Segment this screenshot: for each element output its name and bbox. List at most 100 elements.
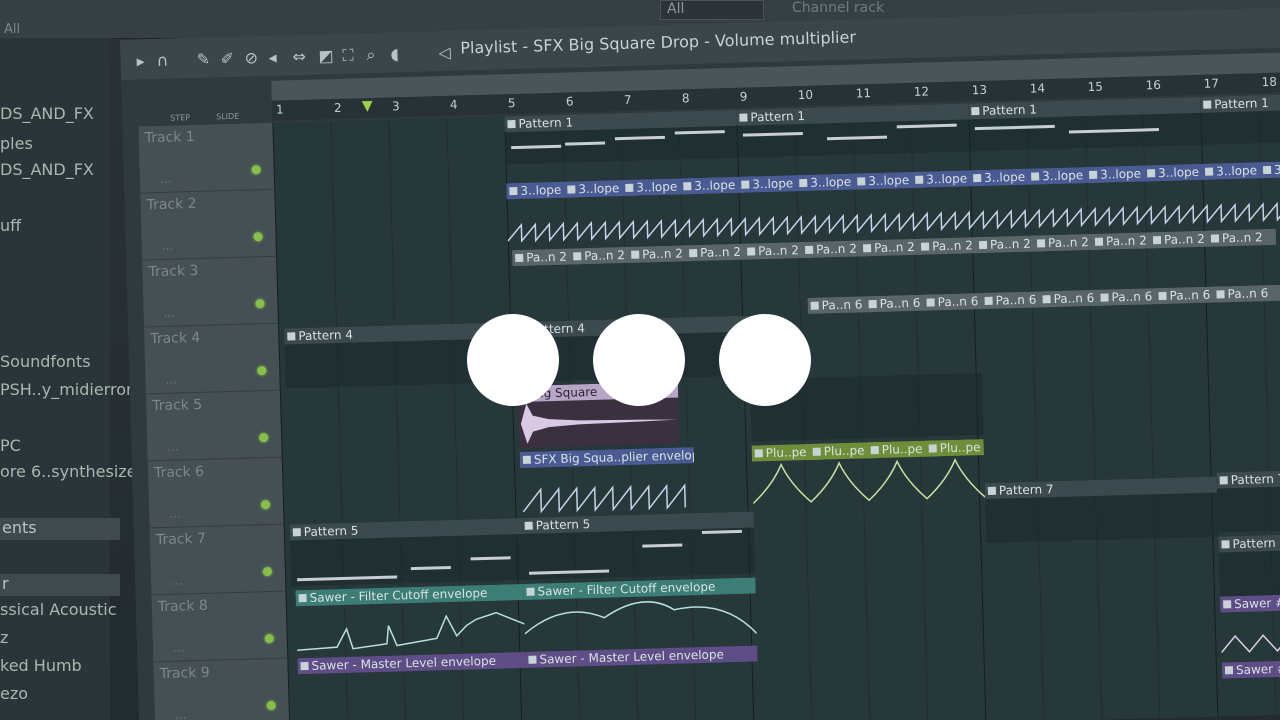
automation-clip[interactable]: Sawer - Master Level envelope <box>297 651 527 718</box>
track-headers: Track 1... Track 2... Track 3... Track 4… <box>138 122 290 720</box>
sawtooth-wave-graph <box>522 483 687 514</box>
automation-clip[interactable]: Sawer - Filter Cutoff envelope <box>523 577 758 647</box>
select-icon[interactable]: ⛶ <box>342 45 354 65</box>
browser-filter-label[interactable]: All <box>4 22 20 37</box>
browser-item[interactable]: PSH..y_midierror <box>0 380 133 399</box>
track-led-icon[interactable] <box>259 433 269 443</box>
ruler-bar: 10 <box>797 87 814 103</box>
sawtooth-wave-graph <box>1220 633 1280 653</box>
track-led-icon[interactable] <box>253 232 263 242</box>
pattern-clip[interactable]: Pattern 1 <box>504 109 738 165</box>
browser-item[interactable]: ked Humb <box>0 656 82 675</box>
slip-icon[interactable]: ⇔ <box>292 47 306 66</box>
ruler-bar: 12 <box>913 84 930 99</box>
pattern-clip[interactable]: Pattern 5 <box>289 517 524 587</box>
pattern-clip[interactable]: Pattern 1 <box>736 103 970 158</box>
browser-item[interactable]: Soundfonts <box>0 352 91 371</box>
automation-clip[interactable]: Plu..pe Plu..pe Plu..pe Plu..pe <box>751 439 986 507</box>
filter-cutoff-graph <box>524 601 758 635</box>
delete-icon[interactable]: ⊘ <box>244 48 258 67</box>
loading-dot <box>719 314 811 406</box>
step-label: STEP <box>170 113 191 123</box>
pattern-clip[interactable]: Pattern 9 <box>1218 534 1280 597</box>
playlist-title: Playlist - SFX Big Square Drop - Volume … <box>460 27 857 58</box>
track-led-icon[interactable] <box>266 700 276 711</box>
ruler-bar: 18 <box>1261 74 1278 90</box>
ruler-bar: 11 <box>855 86 872 101</box>
ruler-bar: 13 <box>971 82 988 98</box>
pattern-clip[interactable]: Pattern 5 <box>521 511 756 580</box>
pencil-icon[interactable]: ✎ <box>196 49 210 68</box>
ruler-bar: 8 <box>681 91 690 106</box>
track-header[interactable]: Track 7... <box>149 524 286 596</box>
automation-clip[interactable]: Sawer #2 <box>1219 594 1280 656</box>
track-led-icon[interactable] <box>251 165 261 175</box>
ruler-bar: 1 <box>275 102 284 117</box>
speaker-icon: ◁ <box>438 42 452 63</box>
browser-item[interactable]: ssical Acoustic <box>0 600 117 619</box>
ruler-bar: 15 <box>1087 79 1104 94</box>
pan-clip-row[interactable]: Pa..n 6 Pa..n 6 Pa..n 6 Pa..n 6 Pa..n 6 … <box>807 284 1280 316</box>
browser-item[interactable]: DS_AND_FX <box>0 160 94 179</box>
loading-dot <box>593 314 685 406</box>
filter-cutoff-graph <box>297 611 525 652</box>
slice-icon[interactable]: ◩ <box>318 46 334 65</box>
slide-label: SLIDE <box>216 111 240 122</box>
ruler-bar: 4 <box>449 97 458 112</box>
playback-icon[interactable]: ◖ <box>390 44 399 63</box>
magnet-icon[interactable]: ∩ <box>156 51 168 70</box>
pluck-envelope-graph <box>752 458 986 505</box>
track-header[interactable]: Track 8... <box>151 591 288 663</box>
browser-item[interactable]: ples <box>0 134 33 153</box>
browser-item[interactable]: ore 6..synthesizer <box>0 462 143 481</box>
pattern-clip[interactable]: Pattern 7 <box>1216 470 1280 533</box>
automation-clip[interactable]: Sawer - Filter Cutoff envelope <box>295 583 526 654</box>
browser-item[interactable]: uff <box>0 216 21 235</box>
ruler-bar: 9 <box>739 89 748 104</box>
track-header[interactable]: Track 1... <box>138 122 275 194</box>
track-led-icon[interactable] <box>255 299 265 309</box>
track-header[interactable]: Track 3... <box>142 256 278 328</box>
play-arrow-icon[interactable]: ▸ <box>136 51 145 70</box>
ruler-bar: 14 <box>1029 81 1046 96</box>
automation-clip[interactable]: Sawer - Master Level envelope <box>525 645 759 711</box>
ruler-bar: 6 <box>565 94 574 109</box>
daw-screen: All All Channel rack DS_AND_FX ples DS_A… <box>0 0 1280 720</box>
track-header[interactable]: Track 4... <box>144 323 280 395</box>
track-led-icon[interactable] <box>257 366 267 376</box>
browser-item[interactable]: PC <box>0 436 21 455</box>
ruler-bar: 5 <box>507 95 516 111</box>
pattern-clip[interactable]: Pattern 1 <box>1200 94 1280 145</box>
browser-item[interactable]: DS_AND_FX <box>0 104 94 123</box>
browser-item[interactable]: z <box>0 628 8 647</box>
ruler-bar: 3 <box>391 99 400 114</box>
track-header[interactable]: Track 5... <box>145 390 282 462</box>
loading-dot <box>467 314 559 406</box>
ruler-bar: 17 <box>1203 76 1220 91</box>
track-header[interactable]: Track 6... <box>147 457 284 529</box>
track-header[interactable]: Track 9... <box>153 658 290 720</box>
automation-clip[interactable]: SFX Big Squa..plier envelope <box>519 447 696 514</box>
playhead-marker-icon[interactable]: ▼ <box>362 98 373 114</box>
channel-rack-title[interactable]: Channel rack <box>792 0 884 16</box>
browser-header[interactable]: r <box>0 574 120 596</box>
pattern-clip[interactable]: Pattern 7 <box>984 476 1219 544</box>
playlist-grid[interactable]: Pattern 1 Pattern 1 Pattern 1 Pattern 1 … <box>272 94 1280 720</box>
browser-header[interactable]: ents <box>0 518 120 540</box>
ruler-bar: 2 <box>333 100 342 116</box>
browser-panel: DS_AND_FX ples DS_AND_FX uff Soundfonts … <box>0 38 143 720</box>
playlist-window: ▸ ∩ ✎ ✐ ⊘ ◂ ⇔ ◩ ⛶ ⌕ ◖ ◁ Playlist - SFX B… <box>120 7 1280 720</box>
zoom-icon[interactable]: ⌕ <box>366 45 376 65</box>
browser-filter-dropdown[interactable]: All <box>660 0 764 20</box>
automation-clip[interactable]: Sawer #2 <box>1221 660 1280 682</box>
track-led-icon[interactable] <box>264 633 274 644</box>
track-led-icon[interactable] <box>260 499 271 510</box>
ruler-bar: 16 <box>1145 77 1162 93</box>
track-header[interactable]: Track 2... <box>140 189 277 261</box>
pattern-clip[interactable]: Pattern 1 <box>968 96 1202 152</box>
track-led-icon[interactable] <box>262 566 273 577</box>
mute-icon[interactable]: ◂ <box>268 48 277 67</box>
browser-item[interactable]: ezo <box>0 684 28 703</box>
paint-icon[interactable]: ✐ <box>220 49 234 68</box>
ruler-bar: 7 <box>623 92 632 107</box>
